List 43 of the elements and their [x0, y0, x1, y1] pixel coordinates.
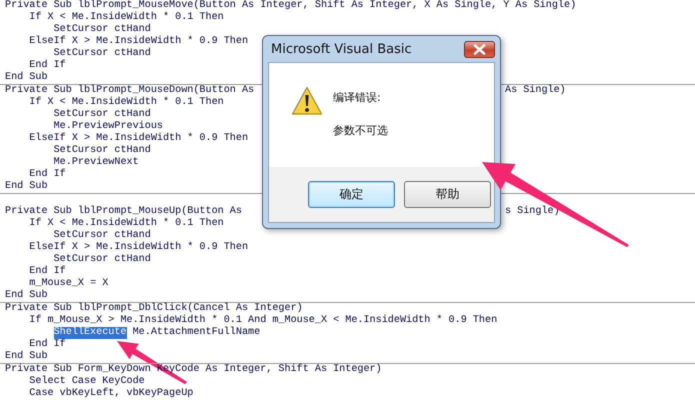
- code-line: ElseIf X > Me.InsideWidth * 0.9 Then: [28, 133, 248, 144]
- selected-text: ShellExecute: [54, 327, 127, 339]
- dialog-button[interactable]: 确定: [308, 181, 395, 208]
- code-line: Private Sub lblPrompt_DblClick(Cancel As Integer): [5, 303, 303, 314]
- code-line: If X < Me.InsideWidth * 0.1 Then: [28, 218, 224, 230]
- code-line: End If: [28, 169, 66, 180]
- code-line: End If: [28, 339, 66, 350]
- code-line: SetCursor ctHand: [52, 24, 151, 36]
- code-line: If m_Mouse_X > Me.InsideWidth * 0.1 And m_Mouse_X < Me.InsideWidth * 0.9 Then: [28, 315, 498, 326]
- code-line: ElseIf X > Me.InsideWidth * 0.9 Then: [28, 242, 248, 254]
- code-line: Me.PreviewPrevious: [52, 121, 163, 132]
- code-line: End If: [28, 60, 66, 72]
- code-line: If X < Me.InsideWidth * 0.1 Then: [28, 97, 224, 108]
- code-line: Case vbKeyLeft, vbKeyPageUp: [28, 388, 194, 400]
- code-line: Private Sub Form_KeyDown: [5, 364, 151, 376]
- error-heading: 编译错误:: [333, 90, 382, 105]
- code-line: SetCursor ctHand: [52, 48, 151, 60]
- close-icon: [473, 44, 486, 54]
- code-line: SetCursor ctHand: [52, 109, 151, 120]
- code-line: Private Sub lblPrompt_MouseDown(Button As: [5, 85, 254, 96]
- code-line: SetCursor ctHand: [52, 145, 151, 156]
- code-line: Me.PreviewNext: [52, 157, 139, 168]
- code-line: Select Case KeyCode: [28, 376, 145, 388]
- window-title: Microsoft Visual Basic: [270, 42, 412, 56]
- code-line: End If: [28, 266, 66, 278]
- code-line: ElseIf X > Me.InsideWidth * 0.9 Then: [28, 36, 248, 48]
- code-line: m_Mouse_X = X: [28, 278, 108, 290]
- code-line: End Sub: [5, 72, 48, 84]
- code-line: If X < Me.InsideWidth * 0.1 Then: [28, 12, 224, 24]
- code-line: As Single): [505, 85, 566, 97]
- code-line: End Sub: [5, 351, 48, 363]
- code-line: End Sub: [5, 181, 48, 193]
- code-line: End Sub: [5, 290, 48, 302]
- close-button[interactable]: [464, 40, 495, 58]
- code-line: Me.AttachmentFullName: [132, 327, 260, 339]
- code-line: Private Sub lblPrompt_MouseUp(Button As: [5, 206, 242, 218]
- error-message: 参数不可选: [333, 123, 388, 138]
- code-line: s Single): [505, 206, 560, 218]
- code-line: SetCursor ctHand: [52, 254, 151, 266]
- warning-icon: [291, 86, 323, 116]
- code-line: SetCursor ctHand: [52, 230, 151, 242]
- dialog-button[interactable]: 帮助: [404, 181, 491, 208]
- code-line: Private Sub lblPrompt_MouseMove(Button As Integer, Shift As Integer, X As Single, Y As Single): [5, 0, 576, 12]
